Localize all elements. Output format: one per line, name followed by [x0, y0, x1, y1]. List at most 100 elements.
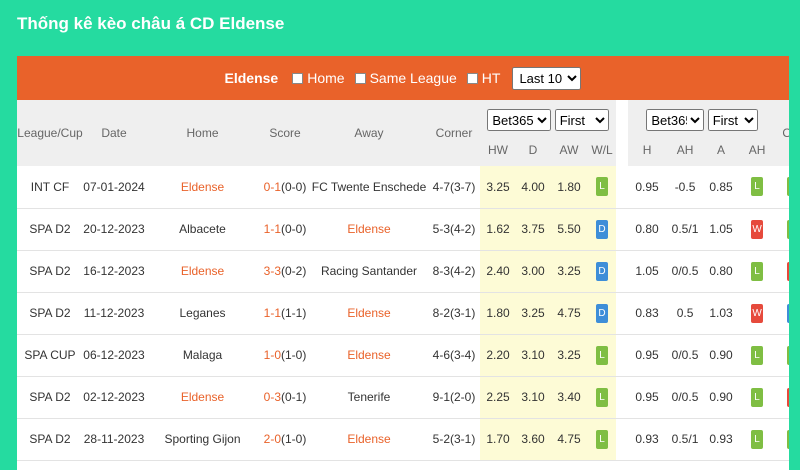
table-row: SPA D2 11-12-2023 Leganes 1-1(1-1) Eldense 8-…	[17, 292, 789, 335]
bookmaker1-select[interactable]: Bet365	[487, 109, 552, 131]
cell-ou: U	[776, 166, 789, 209]
cell-ah: 0.5/1	[666, 208, 705, 251]
cell-wl: L	[588, 376, 617, 419]
cell-a: 0.85	[704, 166, 739, 209]
col-date: Date	[83, 100, 145, 166]
cell-hw: 2.25	[480, 376, 516, 419]
stats-panel: Eldense Home Same League HT Last 10 Leag…	[17, 56, 789, 470]
cell-away-team[interactable]: Racing Santander	[310, 250, 428, 293]
cell-ah-result: L	[738, 334, 777, 377]
cell-wl: D	[588, 250, 617, 293]
col-away: Away	[310, 100, 428, 166]
col-a: A	[704, 134, 739, 166]
cell-h: 0.93	[628, 418, 667, 461]
col-league: League/Cup	[17, 100, 83, 166]
cell-league: SPA D2	[17, 376, 83, 419]
ah-result-badge: W	[751, 303, 764, 323]
cell-h: 0.95	[628, 376, 667, 419]
cell-ou: D	[776, 292, 789, 335]
cell-away-team[interactable]: FC Twente Enschede	[310, 166, 428, 209]
cell-hw: 2.20	[480, 334, 516, 377]
same-league-checkbox[interactable]	[354, 72, 366, 84]
cell-corner: 4-6(3-4)	[428, 334, 480, 377]
ht-checkbox[interactable]	[466, 72, 478, 84]
cell-score: 2-0(1-0)	[260, 418, 310, 461]
col-home: Home	[145, 100, 260, 166]
cell-date: 28-11-2023	[83, 418, 145, 461]
odds2-type-select[interactable]: First	[707, 109, 758, 131]
wl-badge: L	[596, 387, 609, 407]
cell-corner: 8-2(3-1)	[428, 292, 480, 335]
score-full: 3-3	[263, 264, 281, 278]
ah-result-badge: L	[751, 387, 764, 407]
col-wl: W/L	[588, 134, 617, 166]
col-aw: AW	[550, 134, 588, 166]
cell-hw: 1.62	[480, 208, 516, 251]
bookmaker2-select[interactable]: Bet365	[646, 109, 705, 131]
cell-score: 0-3(0-1)	[260, 376, 310, 419]
table-row: INT CF 07-01-2024 Eldense 0-1(0-0) FC Twente…	[17, 166, 789, 209]
ah-result-badge: L	[751, 177, 764, 197]
cell-ah: 0/0.5	[666, 376, 705, 419]
cell-hw: 3.25	[480, 166, 516, 209]
cell-away-team[interactable]: Eldense	[310, 292, 428, 335]
col-h: H	[628, 134, 667, 166]
cell-date: 16-12-2023	[83, 250, 145, 293]
cell-home-team[interactable]: Albacete	[145, 208, 260, 251]
ht-checkbox-label: HT	[481, 70, 501, 86]
cell-ah: 0.5/1	[666, 418, 705, 461]
ah-result-badge: L	[751, 261, 764, 281]
cell-wl: L	[588, 334, 617, 377]
cell-h: 0.95	[628, 334, 667, 377]
home-checkbox[interactable]	[292, 72, 304, 84]
odds1-type-select[interactable]: First	[554, 109, 609, 131]
cell-corner: 8-3(4-2)	[428, 250, 480, 293]
cell-away-team[interactable]: Tenerife	[310, 376, 428, 419]
cell-away-team[interactable]: Eldense	[310, 208, 428, 251]
cell-wl: D	[588, 292, 617, 335]
cell-score: 1-1(1-1)	[260, 292, 310, 335]
cell-ou: U	[776, 208, 789, 251]
ah-result-badge: W	[751, 219, 764, 239]
cell-home-team[interactable]: Sporting Gijon	[145, 418, 260, 461]
cell-score: 1-1(0-0)	[260, 208, 310, 251]
ou-badge: U	[787, 429, 789, 449]
cell-away-team[interactable]: Eldense	[310, 418, 428, 461]
score-full: 1-0	[263, 348, 281, 362]
cell-ah-result: L	[738, 418, 777, 461]
cell-aw: 3.25	[550, 250, 588, 293]
score-half: (0-0)	[281, 179, 307, 194]
score-full: 0-3	[263, 390, 281, 404]
ou-badge: O	[787, 261, 789, 281]
wl-badge: D	[596, 261, 609, 281]
cell-h: 1.05	[628, 250, 667, 293]
ou-badge: U	[787, 345, 789, 365]
ou-badge: O	[787, 387, 789, 407]
cell-home-team[interactable]: Eldense	[145, 166, 260, 209]
cell-away-team[interactable]: Eldense	[310, 334, 428, 377]
cell-home-team[interactable]: Leganes	[145, 292, 260, 335]
cell-h: 0.83	[628, 292, 667, 335]
cell-corner: 5-2(3-1)	[428, 418, 480, 461]
cell-home-team[interactable]: Malaga	[145, 334, 260, 377]
home-checkbox-label: Home	[307, 70, 345, 86]
cell-a: 0.90	[704, 376, 739, 419]
cell-score: 1-0(1-0)	[260, 334, 310, 377]
cell-wl: D	[588, 208, 617, 251]
cell-d: 3.00	[516, 250, 550, 293]
table-row: SPA D2 16-12-2023 Eldense 3-3(0-2) Racing Sa…	[17, 250, 789, 293]
score-full: 2-0	[263, 432, 281, 446]
cell-home-team[interactable]: Eldense	[145, 376, 260, 419]
cell-ah-result: W	[738, 292, 777, 335]
table-row: SPA D2 28-11-2023 Sporting Gijon 2-0(1-0) El…	[17, 418, 789, 461]
cell-ah-result: W	[738, 208, 777, 251]
cell-aw: 3.25	[550, 334, 588, 377]
table-row: SPA CUP 06-12-2023 Malaga 1-0(1-0) Eldense 4-…	[17, 334, 789, 377]
cell-a: 1.05	[704, 208, 739, 251]
col-corner: Corner	[428, 100, 480, 166]
cell-d: 3.25	[516, 292, 550, 335]
last-matches-select[interactable]: Last 10	[512, 66, 582, 90]
score-full: 0-1	[263, 179, 281, 194]
cell-home-team[interactable]: Eldense	[145, 250, 260, 293]
table-row: SPA D2 02-12-2023 Eldense 0-3(0-1) Tenerife 9…	[17, 376, 789, 419]
